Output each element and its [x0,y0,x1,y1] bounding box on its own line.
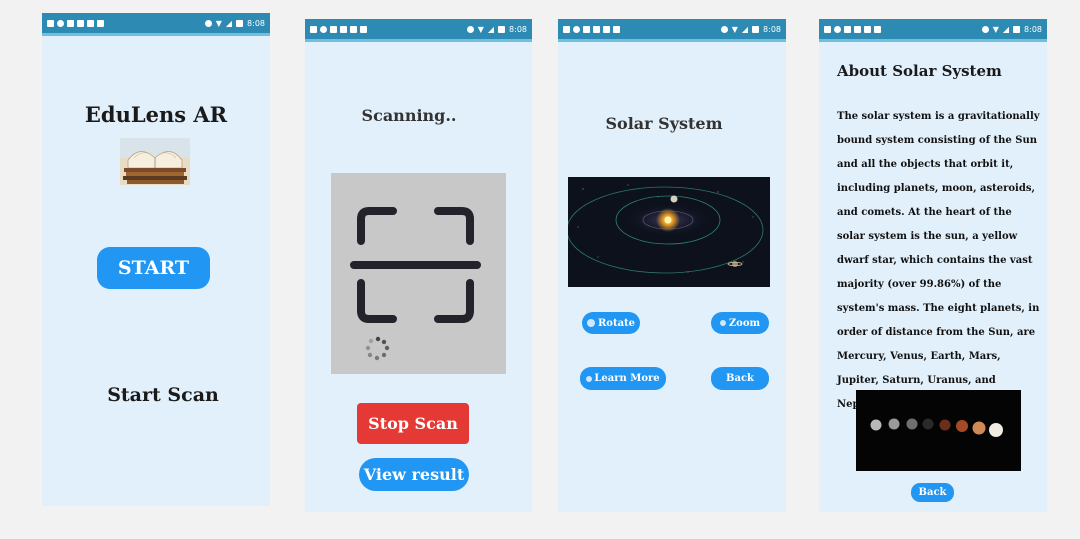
status-time: 8:08 [509,24,527,34]
about-title: About Solar System [837,62,1002,80]
image-icon [844,25,851,33]
info-icon [586,375,593,382]
solar-system-model[interactable] [568,177,770,287]
zoom-icon [719,320,726,326]
signal-icon: ◢ [487,24,495,34]
notification-icon [824,25,831,33]
view-result-button[interactable]: View result [359,458,469,491]
app-title: EduLens AR [84,102,228,127]
sd-card-icon [613,25,620,33]
books-image [120,138,190,185]
start-button[interactable]: START [97,247,210,289]
notification-icon [310,25,317,33]
model-title: Solar System [605,114,723,133]
screen-scanning: ▼ ◢ 8:08 Scanning.. Stop Scan View resul… [305,19,532,512]
image-icon [330,25,337,33]
battery-icon [1013,25,1021,33]
learn-more-label: Learn More [594,373,660,384]
alarm-icon [204,19,212,27]
stop-scan-button[interactable]: Stop Scan [357,403,469,444]
screen-model: ▼ ◢ 8:08 Solar System Rotate Zoom Learn … [558,19,786,512]
status-bar: ▼ ◢ 8:08 [305,19,532,42]
status-time: 8:08 [763,24,781,34]
zoom-label: Zoom [728,317,761,329]
notification-icon [563,25,570,33]
android-icon [87,19,94,27]
image-icon [67,19,74,27]
android-icon [603,25,610,33]
status-bar: ▼ ◢ 8:08 [558,19,786,42]
notification-icons [310,25,367,33]
signal-icon: ◢ [741,24,749,34]
about-back-button[interactable]: Back [911,483,954,502]
usb-icon [77,19,84,27]
status-time: 8:08 [247,18,265,28]
image-icon [583,25,590,33]
signal-icon: ◢ [1002,24,1010,34]
back-button[interactable]: Back [711,367,769,390]
usb-icon [593,25,600,33]
notification-icons [47,19,104,27]
sd-card-icon [874,25,881,33]
rotate-icon [586,319,595,327]
signal-icon: ◢ [225,18,233,28]
notification-icons [563,25,620,33]
location-icon [834,25,841,33]
wifi-icon: ▼ [992,24,999,34]
battery-icon [752,25,760,33]
location-icon [57,19,64,27]
zoom-button[interactable]: Zoom [711,312,769,334]
notification-icons [824,25,881,33]
sd-card-icon [360,25,367,33]
location-icon [573,25,580,33]
battery-icon [498,25,506,33]
scanning-title: Scanning.. [361,106,457,125]
notification-icon [47,19,54,27]
wifi-icon: ▼ [731,24,738,34]
location-icon [320,25,327,33]
screen-home: ▼ ◢ 8:08 EduLens AR START Start Scan [42,13,270,506]
learn-more-button[interactable]: Learn More [580,367,666,390]
rotate-button[interactable]: Rotate [582,312,640,334]
usb-icon [340,25,347,33]
android-icon [864,25,871,33]
about-description: The solar system is a gravitationally bo… [837,111,1040,410]
start-scan-label[interactable]: Start Scan [42,384,284,406]
android-icon [350,25,357,33]
alarm-icon [466,25,474,33]
status-time: 8:08 [1024,24,1042,34]
wifi-icon: ▼ [215,18,222,28]
wifi-icon: ▼ [477,24,484,34]
alarm-icon [720,25,728,33]
battery-icon [236,19,244,27]
status-bar: ▼ ◢ 8:08 [819,19,1047,42]
sd-card-icon [97,19,104,27]
alarm-icon [981,25,989,33]
usb-icon [854,25,861,33]
scanner-view [331,173,506,374]
rotate-label: Rotate [597,317,636,329]
eclipse-image [856,390,1021,471]
screen-about: ▼ ◢ 8:08 About Solar System The solar sy… [819,19,1047,512]
status-bar: ▼ ◢ 8:08 [42,13,270,36]
